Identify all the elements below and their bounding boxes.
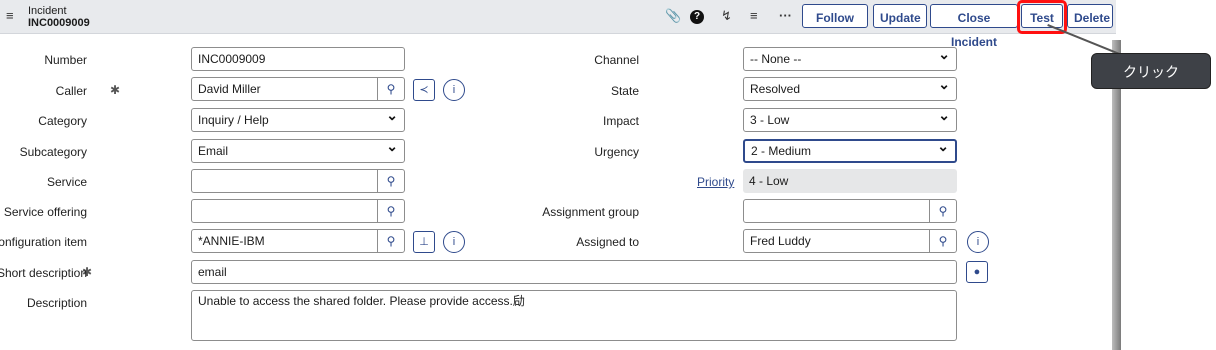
close-incident-button[interactable]: Close Incident: [930, 4, 1018, 49]
click-callout: クリック: [1091, 53, 1211, 89]
state-select[interactable]: Resolved: [743, 77, 957, 101]
urgency-select[interactable]: 2 - Medium: [743, 139, 957, 163]
description-textarea[interactable]: Unable to access the shared folder. Plea…: [191, 290, 957, 341]
mandatory-icon: ✱: [110, 83, 121, 97]
subcategory-select[interactable]: Email: [191, 139, 405, 163]
search-icon[interactable]: ⚲: [929, 200, 956, 222]
assigned-to-label: Assigned to: [576, 235, 639, 249]
impact-label: Impact: [602, 114, 639, 128]
impact-select[interactable]: 3 - Low: [743, 108, 957, 132]
update-button[interactable]: Update: [873, 4, 927, 28]
incident-form-frame: ≡ Incident INC0009009 📎 ? ↯ ≡ ··· Follow…: [0, 0, 1120, 350]
dependencies-icon[interactable]: ≺: [413, 79, 435, 101]
state-label: State: [610, 84, 639, 98]
category-label: Category: [38, 114, 87, 128]
form-title: Incident: [28, 5, 67, 17]
assignment-group-label: Assignment group: [542, 205, 639, 219]
follow-button[interactable]: Follow: [802, 4, 868, 28]
settings-icon[interactable]: ≡: [750, 8, 758, 24]
description-label: Description: [26, 296, 87, 310]
info-icon[interactable]: i: [443, 231, 465, 253]
channel-label: Channel: [594, 53, 639, 67]
caller-label: Caller: [55, 84, 87, 98]
assigned-to-value: Fred Luddy: [750, 234, 811, 248]
configuration-item-field[interactable]: *ANNIE-IBM ⚲: [191, 229, 405, 253]
number-label: Number: [44, 53, 87, 67]
assigned-to-field[interactable]: Fred Luddy ⚲: [743, 229, 957, 253]
configuration-item-value: *ANNIE-IBM: [198, 234, 265, 248]
search-icon[interactable]: ⚲: [929, 230, 956, 252]
form-header: ≡ Incident INC0009009 📎 ? ↯ ≡ ··· Follow…: [0, 0, 1116, 49]
assignment-group-field[interactable]: ⚲: [743, 199, 957, 223]
info-icon[interactable]: i: [443, 79, 465, 101]
service-label: Service: [46, 175, 87, 189]
lightbulb-icon[interactable]: ●: [966, 261, 988, 283]
subcategory-label: Subcategory: [19, 145, 87, 159]
category-select[interactable]: Inquiry / Help: [191, 108, 405, 132]
more-icon[interactable]: ···: [779, 8, 792, 24]
service-offering-field[interactable]: ⚲: [191, 199, 405, 223]
configuration-item-label: Configuration item: [0, 235, 87, 249]
caller-value: David Miller: [198, 82, 261, 96]
delete-button[interactable]: Delete: [1067, 4, 1113, 28]
search-icon[interactable]: ⚲: [377, 170, 404, 192]
ci-map-icon[interactable]: ⊥: [413, 231, 435, 253]
service-offering-label: Service offering: [3, 205, 87, 219]
search-icon[interactable]: ⚲: [377, 230, 404, 252]
record-number-title: INC0009009: [28, 17, 90, 29]
priority-value: 4 - Low: [743, 169, 957, 193]
short-description-field[interactable]: email: [191, 260, 957, 284]
hamburger-icon[interactable]: ≡: [6, 8, 14, 23]
urgency-label: Urgency: [594, 145, 639, 159]
number-field[interactable]: INC0009009: [191, 47, 405, 71]
info-icon[interactable]: i: [967, 231, 989, 253]
help-icon[interactable]: ?: [690, 10, 704, 24]
caller-field[interactable]: David Miller ⚲: [191, 77, 405, 101]
service-field[interactable]: ⚲: [191, 169, 405, 193]
search-icon[interactable]: ⚲: [377, 78, 404, 100]
channel-select[interactable]: -- None --: [743, 47, 957, 71]
paperclip-icon[interactable]: 📎: [665, 8, 681, 24]
search-icon[interactable]: ⚲: [377, 200, 404, 222]
short-description-label: Short description: [0, 266, 87, 280]
activity-icon[interactable]: ↯: [721, 8, 732, 24]
priority-link[interactable]: Priority: [697, 175, 734, 189]
